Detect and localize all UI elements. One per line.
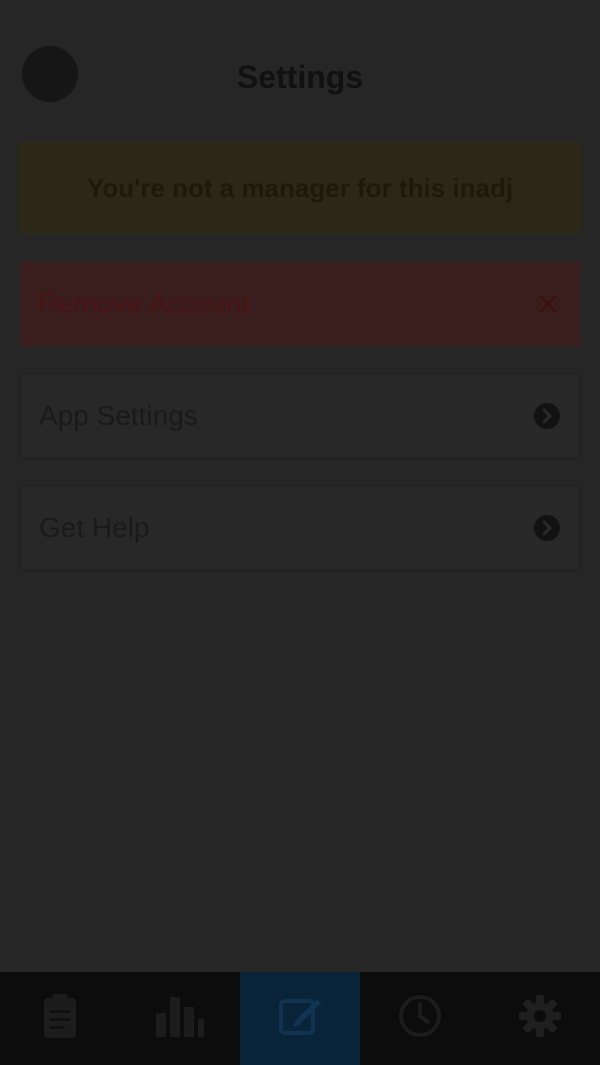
chevron-right-icon: [533, 402, 561, 430]
remove-account-label: Remove Account: [38, 288, 250, 319]
page-title: Settings: [236, 59, 364, 95]
nav-settings[interactable]: [480, 972, 600, 1065]
close-icon: [534, 290, 562, 318]
settings-screen: Settings You're not a manager for this i…: [0, 0, 600, 1065]
get-help-label: Get Help: [39, 512, 150, 543]
nav-clipboard[interactable]: [0, 972, 120, 1065]
header: Settings: [0, 0, 600, 140]
remove-account-button[interactable]: Remove Account: [20, 262, 580, 346]
warning-text: You're not a manager for this inadj: [86, 172, 514, 203]
app-settings-item[interactable]: App Settings: [20, 374, 580, 458]
gear-icon: [518, 994, 562, 1043]
get-help-item[interactable]: Get Help: [20, 486, 580, 570]
chevron-right-icon: [533, 514, 561, 542]
clock-icon: [397, 993, 443, 1044]
nav-reports[interactable]: [120, 972, 240, 1065]
nav-edit[interactable]: [240, 972, 360, 1065]
bottom-nav-bar: [0, 972, 600, 1065]
edit-icon: [277, 993, 323, 1044]
bar-chart-icon: [154, 993, 206, 1044]
nav-history[interactable]: [360, 972, 480, 1065]
manager-warning-banner: You're not a manager for this inadj: [18, 142, 582, 234]
clipboard-icon: [38, 992, 82, 1045]
app-settings-label: App Settings: [39, 400, 198, 431]
